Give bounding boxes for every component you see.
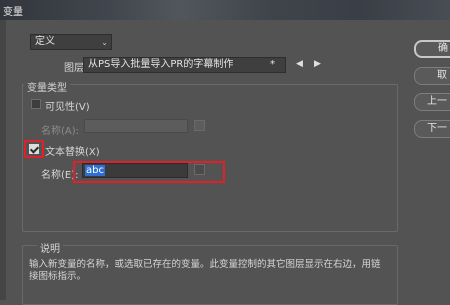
text-replace-label: 文本替换(X)	[45, 147, 100, 158]
next-button[interactable]: 下一	[414, 120, 450, 138]
visibility-name-field[interactable]	[84, 119, 188, 133]
visibility-name-dropdown-button[interactable]	[194, 120, 205, 131]
variable-type-title: 变量类型	[24, 79, 70, 94]
visibility-name-label: 名称(A):	[41, 126, 80, 137]
name-field-highlight-box	[73, 161, 225, 183]
text-replace-checkbox[interactable]	[29, 144, 39, 154]
description-title: 说明	[37, 240, 63, 255]
dialog-left-edge	[0, 20, 6, 300]
dialog-titlebar[interactable]: 变量	[0, 0, 450, 20]
layer-modified-marker: *	[270, 59, 275, 70]
layer-dropdown-value: 从PS导入批量导入PR的字幕制作	[88, 59, 234, 70]
next-layer-arrow-icon[interactable]: ▶	[314, 59, 321, 69]
dialog-title: 变量	[3, 7, 23, 18]
previous-button[interactable]: 上一	[414, 93, 450, 111]
visibility-label: 可见性(V)	[45, 102, 90, 113]
define-dropdown[interactable]: 定义 ⌄	[30, 34, 112, 50]
layer-dropdown[interactable]: 从PS导入批量导入PR的字幕制作 *	[83, 57, 286, 73]
description-text: 输入新变量的名称，或选取已存在的变量。此变量控制的其它图层显示在右边，用链接图标…	[29, 259, 381, 282]
define-dropdown-value: 定义	[35, 36, 55, 47]
chevron-down-icon: ⌄	[101, 38, 108, 47]
visibility-checkbox[interactable]	[31, 99, 41, 109]
cancel-button[interactable]: 取	[414, 67, 450, 85]
previous-layer-arrow-icon[interactable]: ◀	[296, 59, 303, 69]
ok-button[interactable]: 确	[414, 40, 450, 58]
